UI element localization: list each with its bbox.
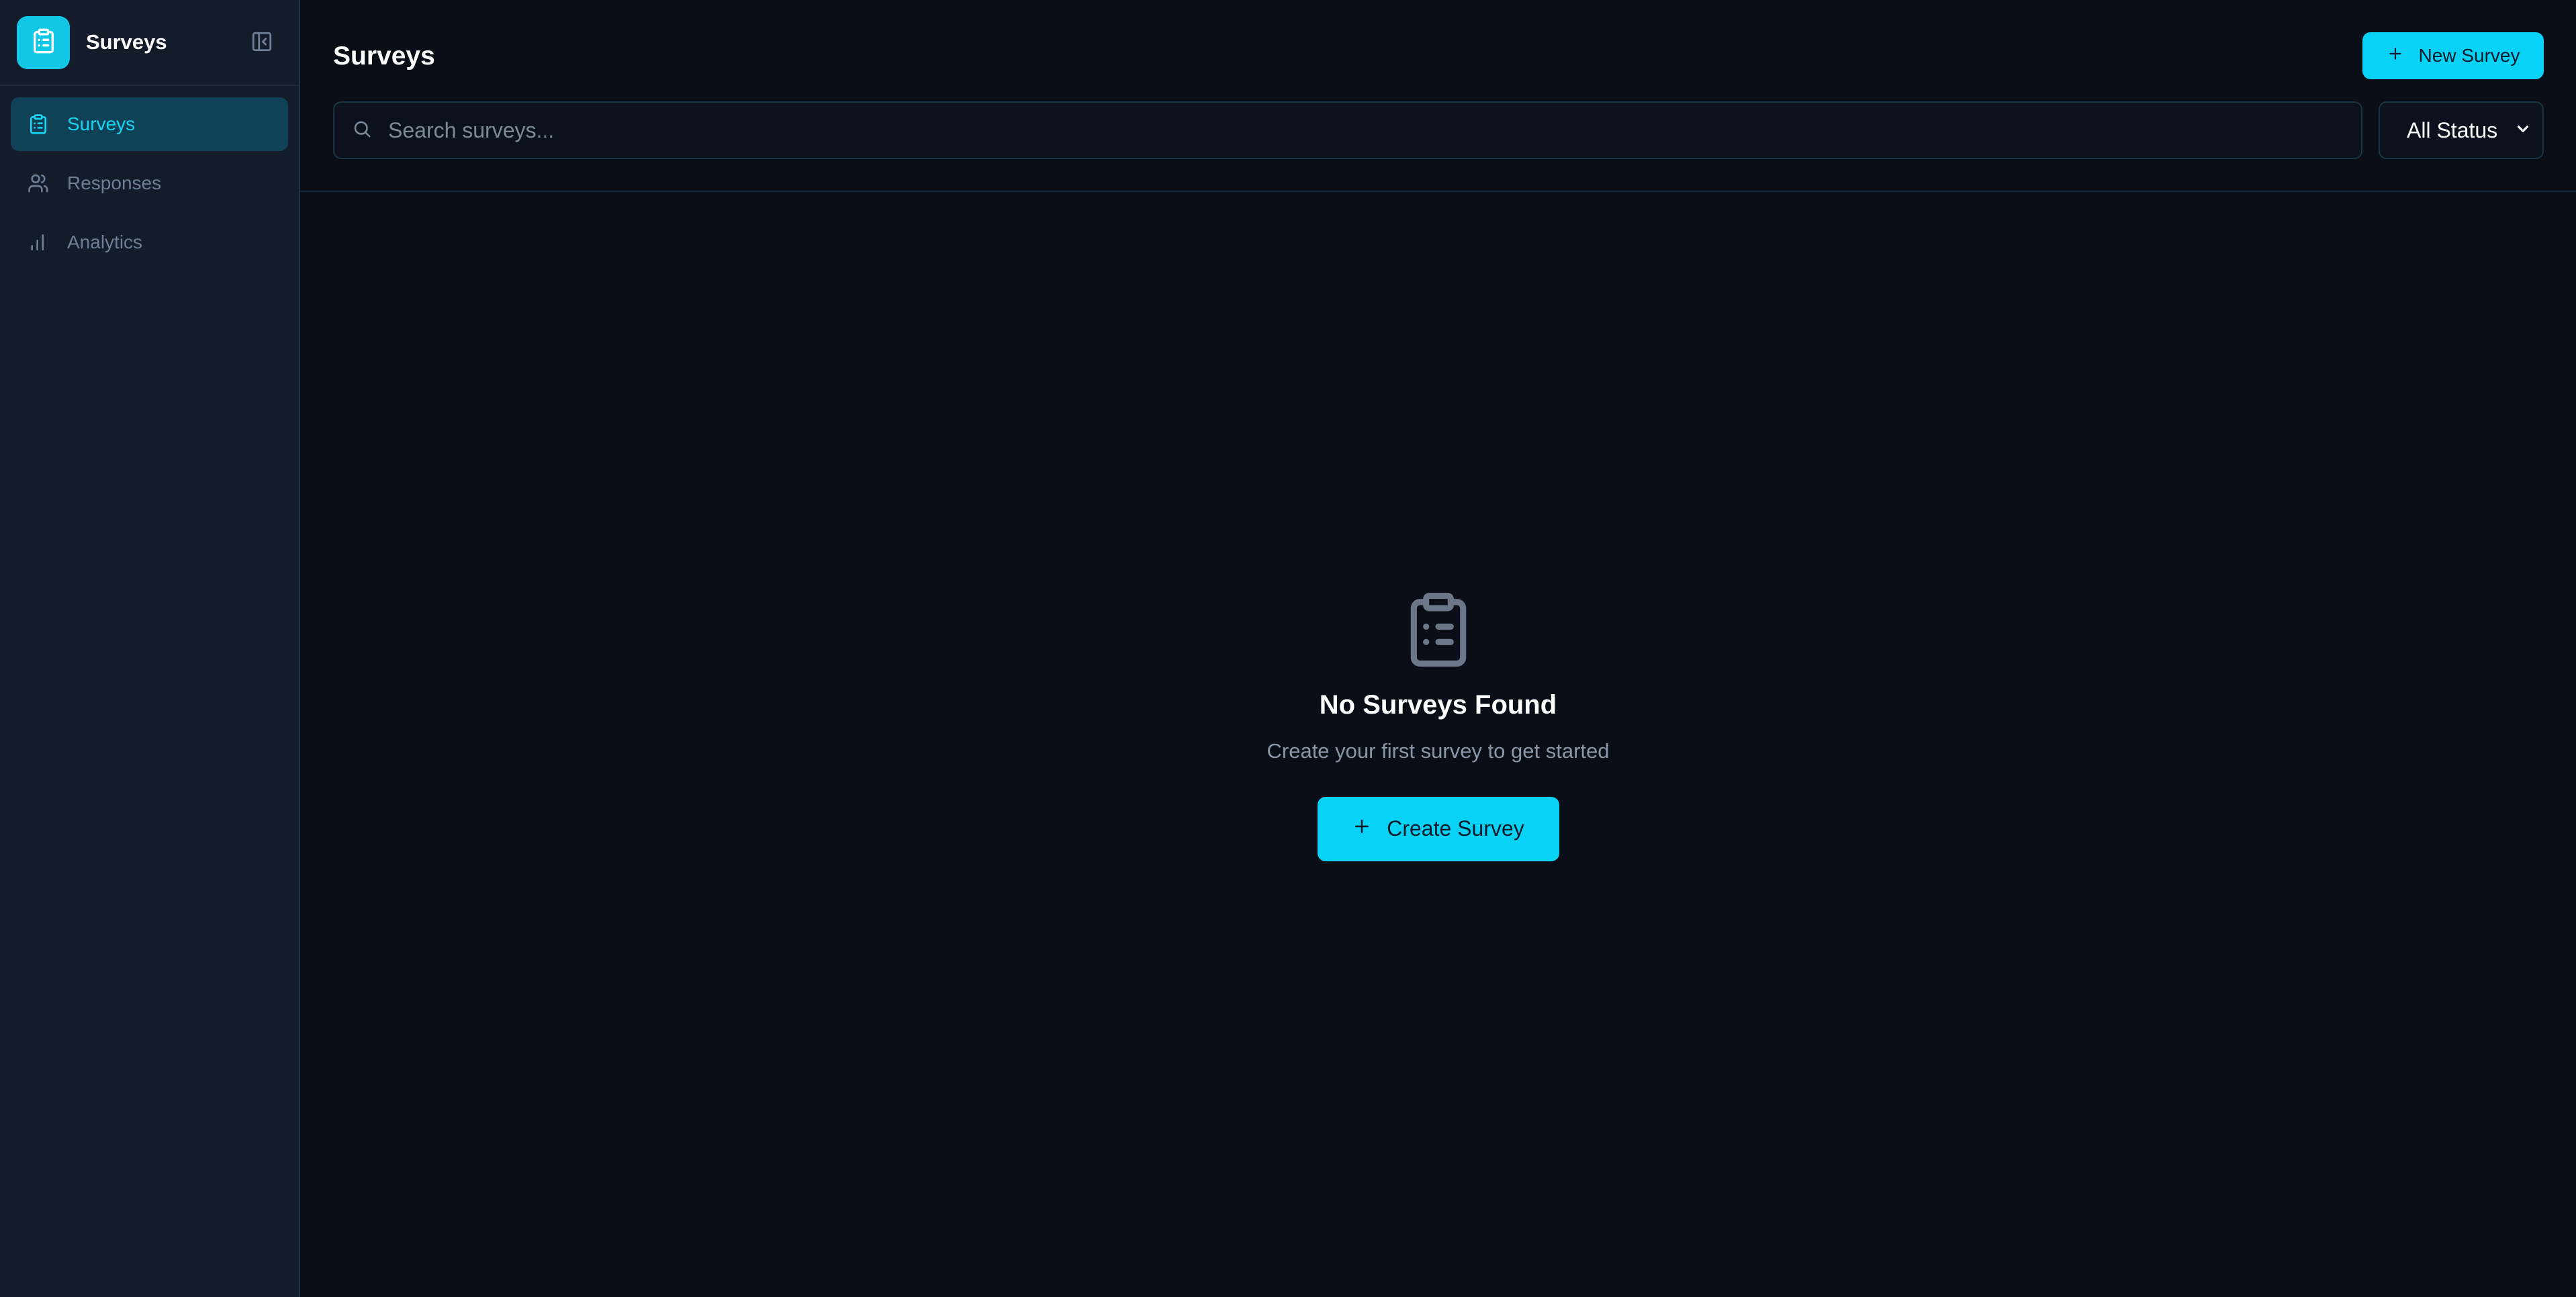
new-survey-label: New Survey: [2418, 45, 2520, 66]
app: Surveys Surveys Responses Analytics Surv…: [0, 0, 2576, 1297]
sidebar-item-responses[interactable]: Responses: [11, 156, 288, 210]
sidebar-item-surveys[interactable]: Surveys: [11, 97, 288, 151]
sidebar-item-analytics[interactable]: Analytics: [11, 215, 288, 269]
create-survey-label: Create Survey: [1387, 816, 1524, 840]
search-input[interactable]: [388, 117, 2336, 143]
new-survey-button[interactable]: New Survey: [2362, 32, 2544, 79]
clipboard-list-icon: [1401, 588, 1475, 671]
users-icon: [27, 172, 50, 195]
app-logo[interactable]: [17, 15, 70, 69]
sidebar-item-label: Responses: [67, 173, 162, 193]
bar-chart-icon: [27, 231, 50, 254]
sidebar: Surveys Surveys Responses Analytics: [0, 0, 300, 1297]
sidebar-item-label: Surveys: [67, 113, 136, 134]
page-title: Surveys: [333, 42, 435, 70]
status-filter-value: All Status: [2407, 117, 2498, 142]
sidebar-nav: Surveys Responses Analytics: [0, 86, 299, 281]
sidebar-header: Surveys: [0, 0, 299, 86]
chevron-down-icon: [2514, 118, 2532, 143]
app-name: Surveys: [86, 30, 167, 54]
clipboard-list-icon: [30, 28, 57, 58]
empty-state-subtitle: Create your first survey to get started: [1267, 738, 1610, 763]
main-content: Surveys New Survey All Status: [300, 0, 2576, 1297]
status-filter-select[interactable]: All Status: [2379, 101, 2544, 159]
search-box: [333, 101, 2362, 159]
page-header: Surveys New Survey All Status: [300, 0, 2576, 192]
create-survey-button[interactable]: Create Survey: [1317, 796, 1559, 861]
sidebar-collapse-icon: [250, 30, 273, 56]
empty-state: No Surveys Found Create your first surve…: [300, 192, 2576, 1297]
plus-icon: [2387, 45, 2404, 67]
sidebar-collapse-button[interactable]: [250, 32, 273, 54]
sidebar-item-label: Analytics: [67, 232, 143, 252]
search-icon: [352, 119, 372, 142]
empty-state-title: No Surveys Found: [1319, 689, 1557, 720]
clipboard-list-icon: [27, 113, 50, 136]
plus-icon: [1352, 816, 1372, 842]
